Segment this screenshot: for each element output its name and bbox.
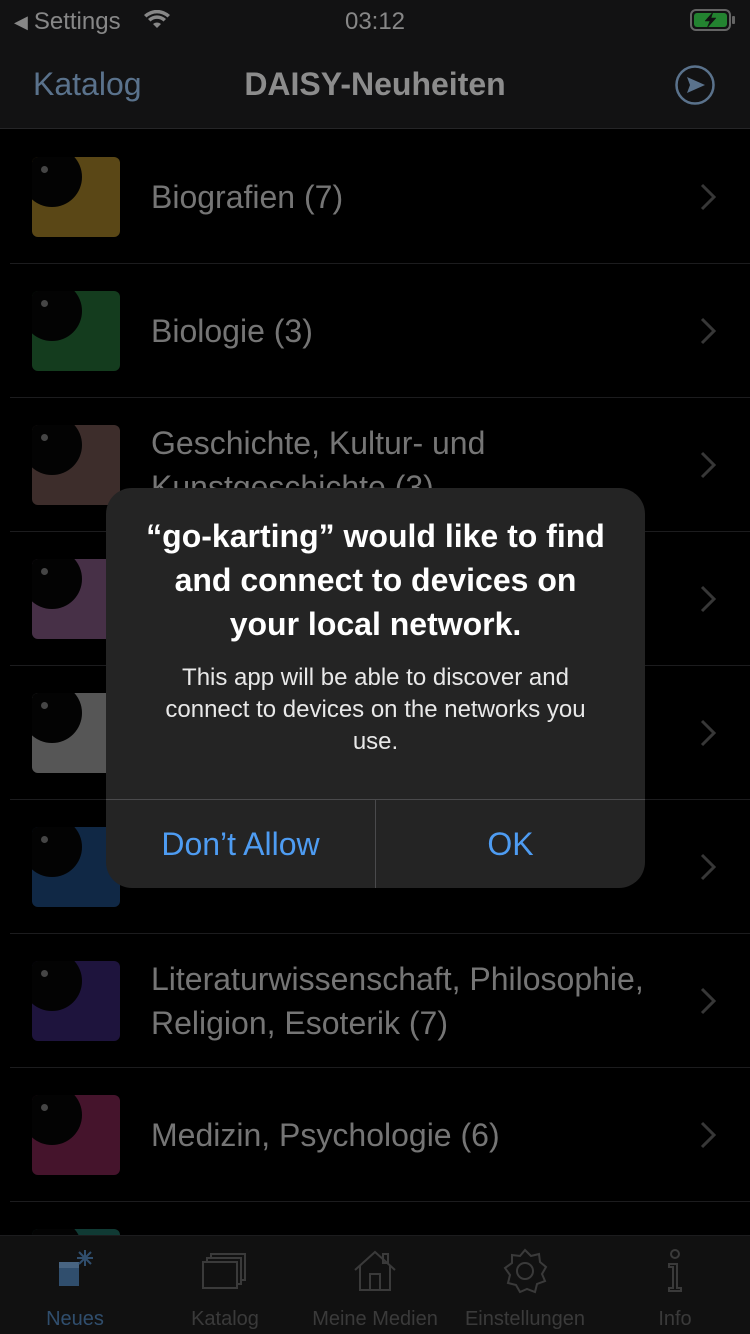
alert-title: “go-karting” would like to find and conn…	[146, 518, 605, 642]
ok-button[interactable]: OK	[376, 800, 645, 888]
dont-allow-button[interactable]: Don’t Allow	[106, 800, 375, 888]
alert-message: This app will be able to discover and co…	[165, 664, 586, 755]
local-network-permission-alert: “go-karting” would like to find and conn…	[106, 488, 645, 888]
